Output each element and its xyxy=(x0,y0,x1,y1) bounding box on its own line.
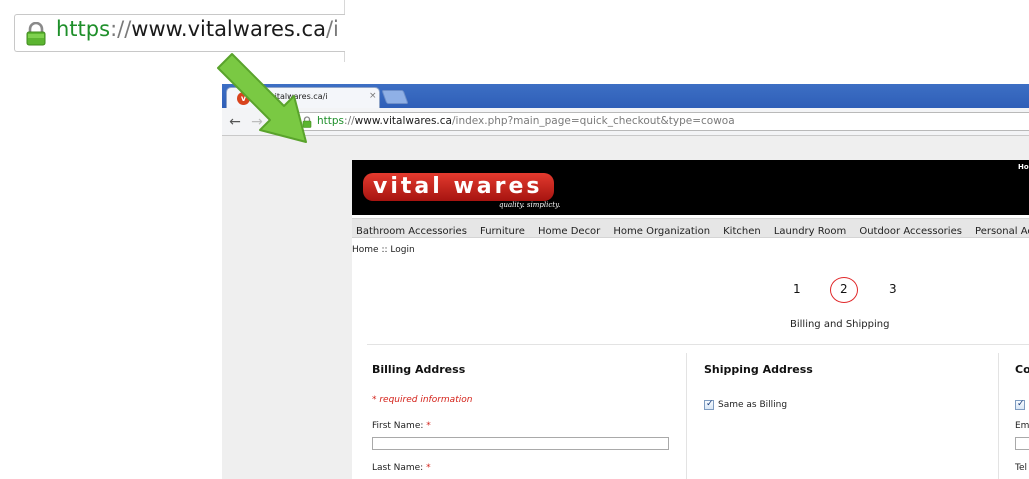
page-viewport: vital wares quality. simplicty. Ho Bathr… xyxy=(222,137,1029,479)
nav-personal-accessories[interactable]: Personal Acces xyxy=(971,222,1029,237)
nav-laundry-room[interactable]: Laundry Room xyxy=(770,222,850,237)
same-as-billing-option: ✓ Same as Billing xyxy=(704,394,787,413)
last-name-label-text: Last Name: xyxy=(372,463,424,473)
address-bar[interactable]: https://www.vitalwares.ca/index.php?main… xyxy=(296,112,1029,131)
address-separator: :// xyxy=(344,115,355,127)
site-header: vital wares quality. simplicty. Ho xyxy=(352,160,1029,215)
checkmark-icon: ✓ xyxy=(1017,398,1025,409)
same-as-billing-label: Same as Billing xyxy=(718,399,788,410)
first-name-label-text: First Name: xyxy=(372,421,424,431)
url-separator: :// xyxy=(110,17,132,41)
step-caption: Billing and Shipping xyxy=(790,319,890,330)
step-1: 1 xyxy=(793,282,801,296)
url-scheme: https xyxy=(56,17,111,41)
nav-bathroom-accessories[interactable]: Bathroom Accessories xyxy=(352,222,471,237)
nav-home-organization[interactable]: Home Organization xyxy=(609,222,714,237)
url-path: /i xyxy=(325,17,339,41)
pointer-arrow-icon xyxy=(217,53,307,143)
logo-tagline: quality. simplicty. xyxy=(499,201,561,209)
header-home-link[interactable]: Ho xyxy=(1018,163,1029,171)
contact-option: ✓ xyxy=(1015,394,1025,413)
section-divider xyxy=(367,344,1029,345)
contact-checkbox[interactable]: ✓ xyxy=(1015,398,1025,410)
url-host: www.vitalwares.ca xyxy=(131,17,326,41)
category-nav: Bathroom Accessories Furniture Home Deco… xyxy=(352,218,1029,238)
required-star: * xyxy=(426,421,431,431)
step-3: 3 xyxy=(889,282,897,296)
site-logo[interactable]: vital wares quality. simplicty. xyxy=(363,173,560,209)
shipping-address-title: Shipping Address xyxy=(704,363,813,376)
nav-home-decor[interactable]: Home Decor xyxy=(534,222,604,237)
contact-title: Co xyxy=(1015,363,1029,376)
email-label: Em xyxy=(1015,421,1029,431)
first-name-field[interactable] xyxy=(372,437,669,450)
address-host: www.vitalwares.ca xyxy=(354,115,452,127)
nav-kitchen[interactable]: Kitchen xyxy=(719,222,765,237)
browser-window: v ww.vitalwares.ca/i × ← → C https://www… xyxy=(222,84,1029,479)
zoomed-url-text: https://www.vitalwares.ca/i xyxy=(56,17,339,41)
new-tab-button[interactable] xyxy=(381,90,409,104)
step-2: 2 xyxy=(840,282,848,296)
address-scheme: https xyxy=(317,115,345,127)
same-as-billing-checkbox[interactable]: ✓ xyxy=(704,398,714,410)
address-text: https://www.vitalwares.ca/index.php?main… xyxy=(317,115,735,127)
column-divider xyxy=(998,353,999,479)
logo-wordmark: vital wares xyxy=(363,173,555,201)
telephone-label: Tel xyxy=(1015,463,1028,473)
tab-strip: v ww.vitalwares.ca/i × xyxy=(222,84,1029,108)
nav-furniture[interactable]: Furniture xyxy=(476,222,529,237)
screenshot-stage: https://www.vitalwares.ca/i v ww.vitalwa… xyxy=(0,0,1029,479)
column-divider xyxy=(686,353,687,479)
email-field[interactable] xyxy=(1015,437,1029,450)
required-star: * xyxy=(426,463,431,473)
checkmark-icon: ✓ xyxy=(706,398,714,409)
required-information-note: * required information xyxy=(372,395,473,405)
lock-icon xyxy=(26,22,46,46)
last-name-label: Last Name: * xyxy=(372,463,431,473)
nav-outdoor-accessories[interactable]: Outdoor Accessories xyxy=(855,222,966,237)
billing-address-title: Billing Address xyxy=(372,363,466,376)
address-path: /index.php?main_page=quick_checkout&type… xyxy=(451,115,735,127)
browser-toolbar: ← → C https://www.vitalwares.ca/index.ph… xyxy=(222,108,1029,136)
tab-close-icon[interactable]: × xyxy=(369,91,377,101)
web-page: vital wares quality. simplicty. Ho Bathr… xyxy=(352,160,1029,479)
first-name-label: First Name: * xyxy=(372,421,431,431)
breadcrumb: Home :: Login xyxy=(352,245,415,255)
